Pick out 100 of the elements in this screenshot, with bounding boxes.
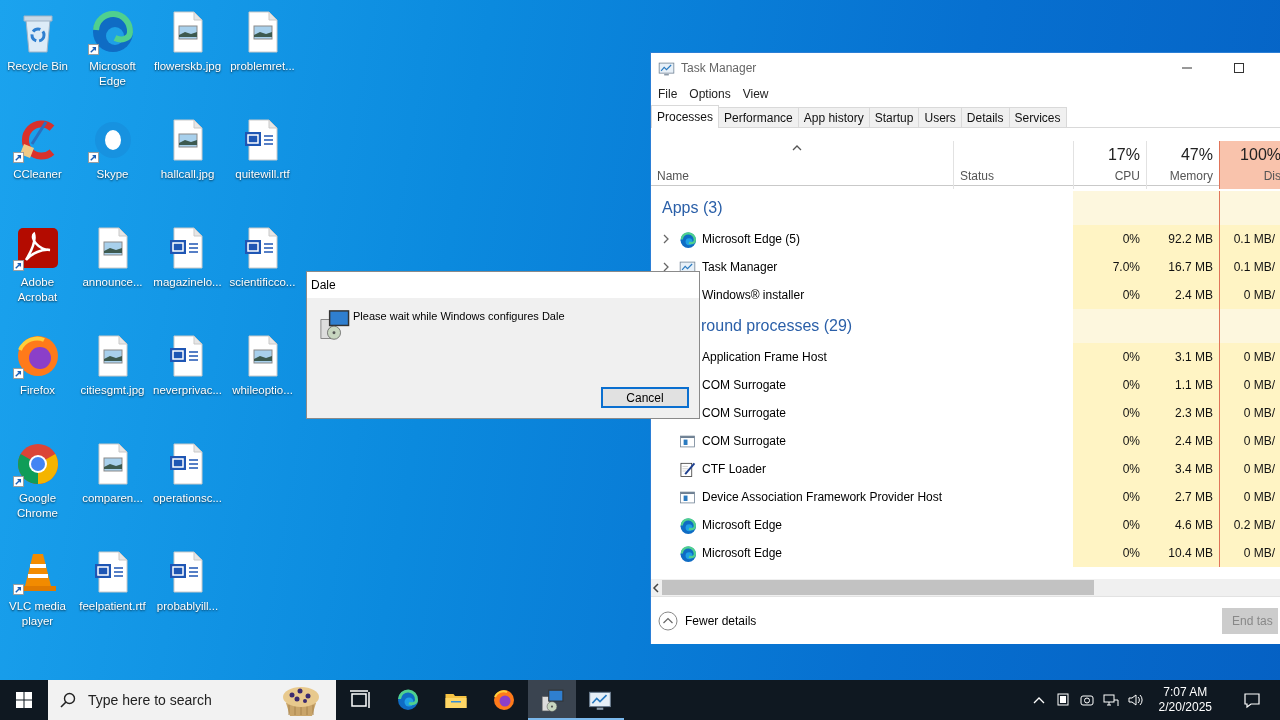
usage-value: 0 MB/ [1219, 427, 1280, 455]
column-header[interactable]: Name [657, 167, 689, 185]
process-name[interactable]: Application Frame Host [702, 348, 827, 366]
swirl-logo-icon [396, 688, 420, 712]
monitor-icon[interactable] [1054, 692, 1071, 708]
usage-value: 2.4 MB [1146, 427, 1219, 455]
metric-column-header[interactable]: 17% CPU [1073, 141, 1146, 189]
search-icon [60, 692, 76, 708]
window-app-icon [679, 488, 696, 506]
process-name[interactable]: Microsoft Edge (5) [702, 230, 801, 248]
usage-value: 0% [1073, 455, 1146, 483]
usage-value: 0% [1073, 427, 1146, 455]
usage-value: 0% [1073, 511, 1146, 539]
usage-value: 0 MB/ [1219, 455, 1280, 483]
column-label: Memory [1169, 168, 1213, 185]
column-shading [1219, 191, 1280, 225]
notepad-pen-icon [679, 460, 696, 478]
usage-value: 0% [1073, 539, 1146, 567]
window-app-icon [679, 432, 696, 450]
usage-value: 10.4 MB [1146, 539, 1219, 567]
swirl-logo-icon [679, 544, 696, 562]
camera-icon[interactable] [1078, 692, 1095, 708]
menu-item[interactable]: File [652, 85, 684, 103]
metric-column-header[interactable]: 100% Dis [1219, 141, 1280, 189]
usage-value: 16.7 MB [1146, 253, 1219, 281]
column-label: CPU [1114, 168, 1140, 185]
usage-value: 92.2 MB [1146, 225, 1219, 253]
scroll-left-icon[interactable] [651, 582, 661, 593]
usage-value: 0.2 MB/ [1219, 511, 1280, 539]
fox-globe-icon [492, 688, 516, 712]
process-name[interactable]: Device Association Framework Provider Host [702, 488, 943, 506]
swirl-logo-icon [679, 516, 696, 534]
usage-value: 2.4 MB [1146, 281, 1219, 309]
usage-value: 4.6 MB [1146, 511, 1219, 539]
dialog-title: Dale [311, 277, 336, 294]
clock-time[interactable]: 7:07 AM [1163, 685, 1208, 700]
clock-date[interactable]: 2/20/2025 [1158, 700, 1212, 715]
usage-value: 0% [1073, 281, 1146, 309]
scrollbar-thumb[interactable] [662, 580, 1094, 595]
taskbar-button[interactable] [528, 680, 576, 720]
sort-caret-icon[interactable] [792, 145, 802, 151]
tab[interactable]: Users [918, 107, 962, 127]
expand-chevron-icon[interactable] [663, 234, 669, 244]
usage-value: 2.3 MB [1146, 399, 1219, 427]
process-name[interactable]: COM Surrogate [702, 376, 787, 394]
search-box[interactable]: Type here to search [48, 680, 336, 720]
usage-value: 0 MB/ [1219, 539, 1280, 567]
network-icon[interactable] [1102, 692, 1119, 708]
column-header[interactable]: Status [960, 167, 995, 185]
usage-value: 0 MB/ [1219, 343, 1280, 371]
window-title: Task Manager [681, 60, 757, 77]
collapse-chevron-icon[interactable] [658, 610, 678, 631]
usage-value: 7.0% [1073, 253, 1146, 281]
usage-value: 0% [1073, 225, 1146, 253]
usage-value: 3.1 MB [1146, 343, 1219, 371]
installer-icon [540, 688, 564, 712]
search-field[interactable]: Type here to search [86, 688, 262, 712]
process-name[interactable]: Microsoft Edge [702, 544, 783, 562]
process-name[interactable]: Task Manager [702, 258, 778, 276]
usage-value: 0 MB/ [1219, 371, 1280, 399]
usage-value: 3.4 MB [1146, 455, 1219, 483]
usage-percent: 100% [1240, 145, 1280, 165]
process-name[interactable]: COM Surrogate [702, 404, 787, 422]
usage-value: 0 MB/ [1219, 281, 1280, 309]
usage-value: 0% [1073, 399, 1146, 427]
maximize-icon [1234, 63, 1244, 73]
usage-value: 0 MB/ [1219, 483, 1280, 511]
column-shading [1219, 309, 1280, 343]
tab[interactable]: Processes [651, 105, 720, 128]
start-icon [16, 692, 32, 708]
process-name[interactable]: COM Surrogate [702, 432, 787, 450]
usage-value: 0% [1073, 371, 1146, 399]
usage-value: 0.1 MB/ [1219, 253, 1280, 281]
chart-monitor-icon [658, 59, 675, 77]
process-name[interactable]: Windows® installer [702, 286, 805, 304]
usage-value: 0.1 MB/ [1219, 225, 1280, 253]
notification-icon [1243, 691, 1261, 709]
usage-value: 1.1 MB [1146, 371, 1219, 399]
menu-item[interactable]: View [736, 85, 775, 103]
tab[interactable]: Performance [718, 107, 799, 127]
process-name[interactable]: CTF Loader [702, 460, 767, 478]
column-label: Dis [1263, 168, 1280, 185]
process-name[interactable]: Microsoft Edge [702, 516, 783, 534]
speaker-icon[interactable] [1126, 692, 1143, 708]
usage-value: 0% [1073, 483, 1146, 511]
usage-percent: 17% [1107, 145, 1140, 165]
usage-value: 0% [1073, 343, 1146, 371]
installer-icon [318, 308, 350, 340]
dialog-message: Please wait while Windows configures Dale [353, 309, 565, 324]
tab[interactable]: Services [1008, 107, 1067, 127]
tab[interactable]: Details [960, 107, 1010, 127]
tab[interactable]: App history [797, 107, 870, 127]
group-header[interactable]: Apps (3) [659, 196, 723, 220]
tab[interactable]: Startup [868, 107, 920, 127]
usage-percent: 47% [1180, 145, 1213, 165]
usage-value: 2.7 MB [1146, 483, 1219, 511]
usage-value: 0 MB/ [1219, 399, 1280, 427]
fewer-details-link[interactable]: Fewer details [685, 611, 757, 630]
menu-item[interactable]: Options [683, 85, 737, 103]
cancel-button[interactable]: Cancel [601, 387, 689, 408]
